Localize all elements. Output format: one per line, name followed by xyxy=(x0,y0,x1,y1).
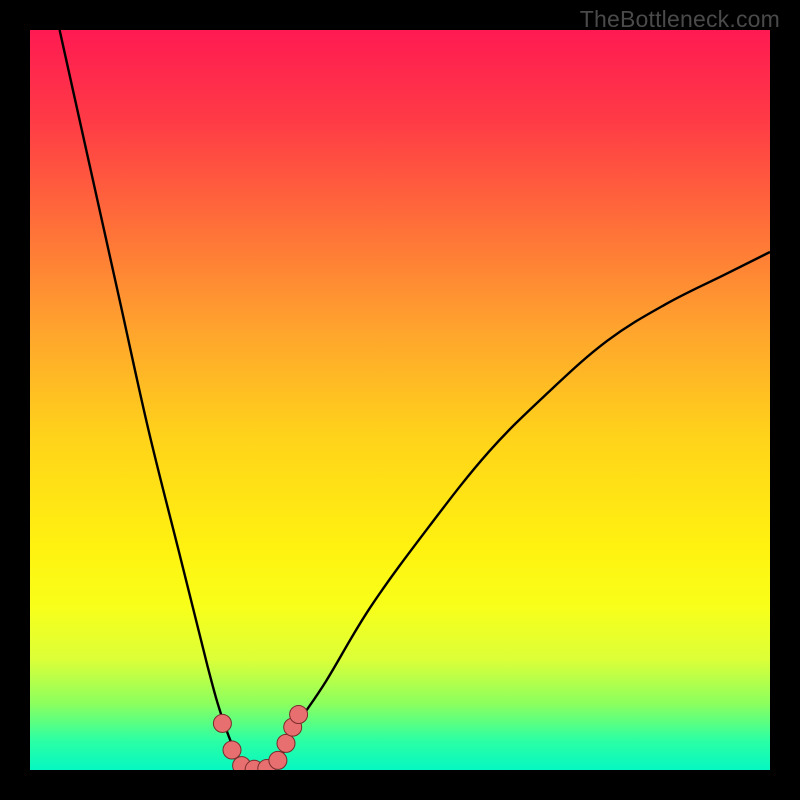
watermark-text: TheBottleneck.com xyxy=(580,6,780,33)
data-marker xyxy=(213,714,231,732)
data-marker xyxy=(277,734,295,752)
data-marker xyxy=(269,751,287,769)
plot-area xyxy=(30,30,770,770)
bottleneck-curve xyxy=(60,30,770,770)
outer-frame: TheBottleneck.com xyxy=(0,0,800,800)
curve-group xyxy=(60,30,770,770)
chart-svg xyxy=(30,30,770,770)
marker-group xyxy=(213,706,307,771)
data-marker xyxy=(290,706,308,724)
data-marker xyxy=(223,741,241,759)
